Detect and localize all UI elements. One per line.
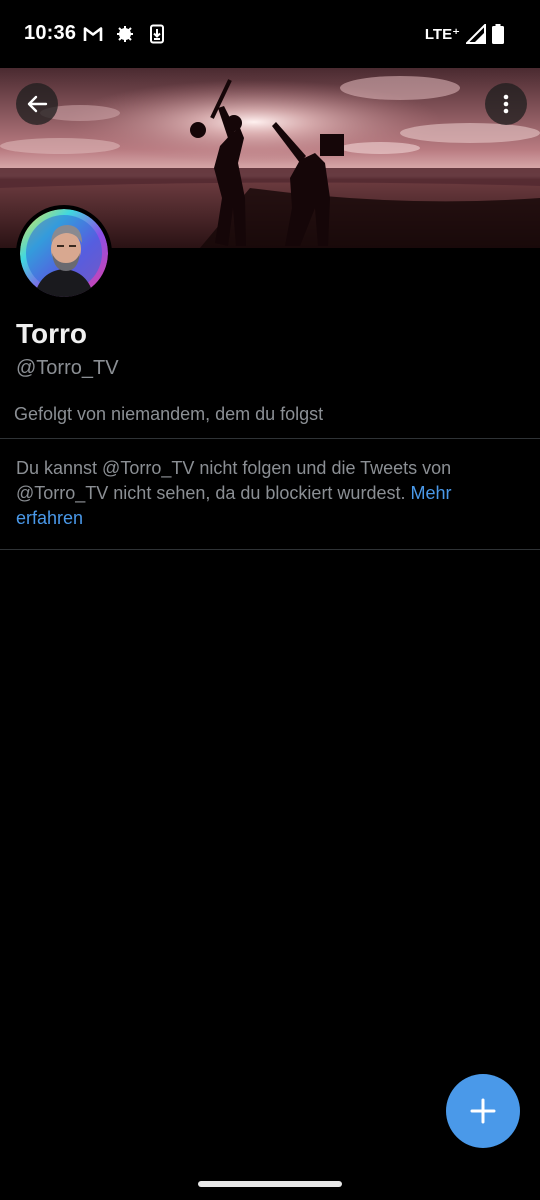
compose-tweet-button[interactable] <box>446 1074 520 1148</box>
download-icon <box>150 24 164 44</box>
divider <box>0 438 540 439</box>
divider <box>0 549 540 550</box>
followed-by-text: Gefolgt von niemandem, dem du folgst <box>14 404 324 424</box>
status-right: LTE⁺ <box>425 22 504 46</box>
network-type: LTE⁺ <box>424 26 460 43</box>
plus-icon <box>470 1098 496 1124</box>
status-time: 10:36 <box>24 22 77 44</box>
status-notification-icons <box>83 24 167 44</box>
signal-icon <box>466 24 486 44</box>
profile-handle: @Torro_TV <box>16 357 119 379</box>
back-button[interactable] <box>16 83 58 125</box>
arrow-left-icon <box>27 95 48 113</box>
profile-name: Torro <box>16 318 88 349</box>
more-vertical-icon <box>503 94 509 114</box>
gmail-icon <box>83 27 103 41</box>
profile-screen: 10:36 LTE⁺ Torro @Torro_TV Gefolgt von n… <box>0 0 540 1200</box>
home-indicator[interactable] <box>198 1181 342 1187</box>
status-bar: 10:36 LTE⁺ <box>0 0 540 68</box>
battery-icon <box>492 24 504 44</box>
blocked-notice: Du kannst @Torro_TV nicht folgen und die… <box>16 456 516 531</box>
profile-avatar[interactable] <box>16 205 112 301</box>
notification-app-icon <box>117 26 133 42</box>
blocked-notice-text: Du kannst @Torro_TV nicht folgen und die… <box>16 458 452 503</box>
more-options-button[interactable] <box>485 83 527 125</box>
